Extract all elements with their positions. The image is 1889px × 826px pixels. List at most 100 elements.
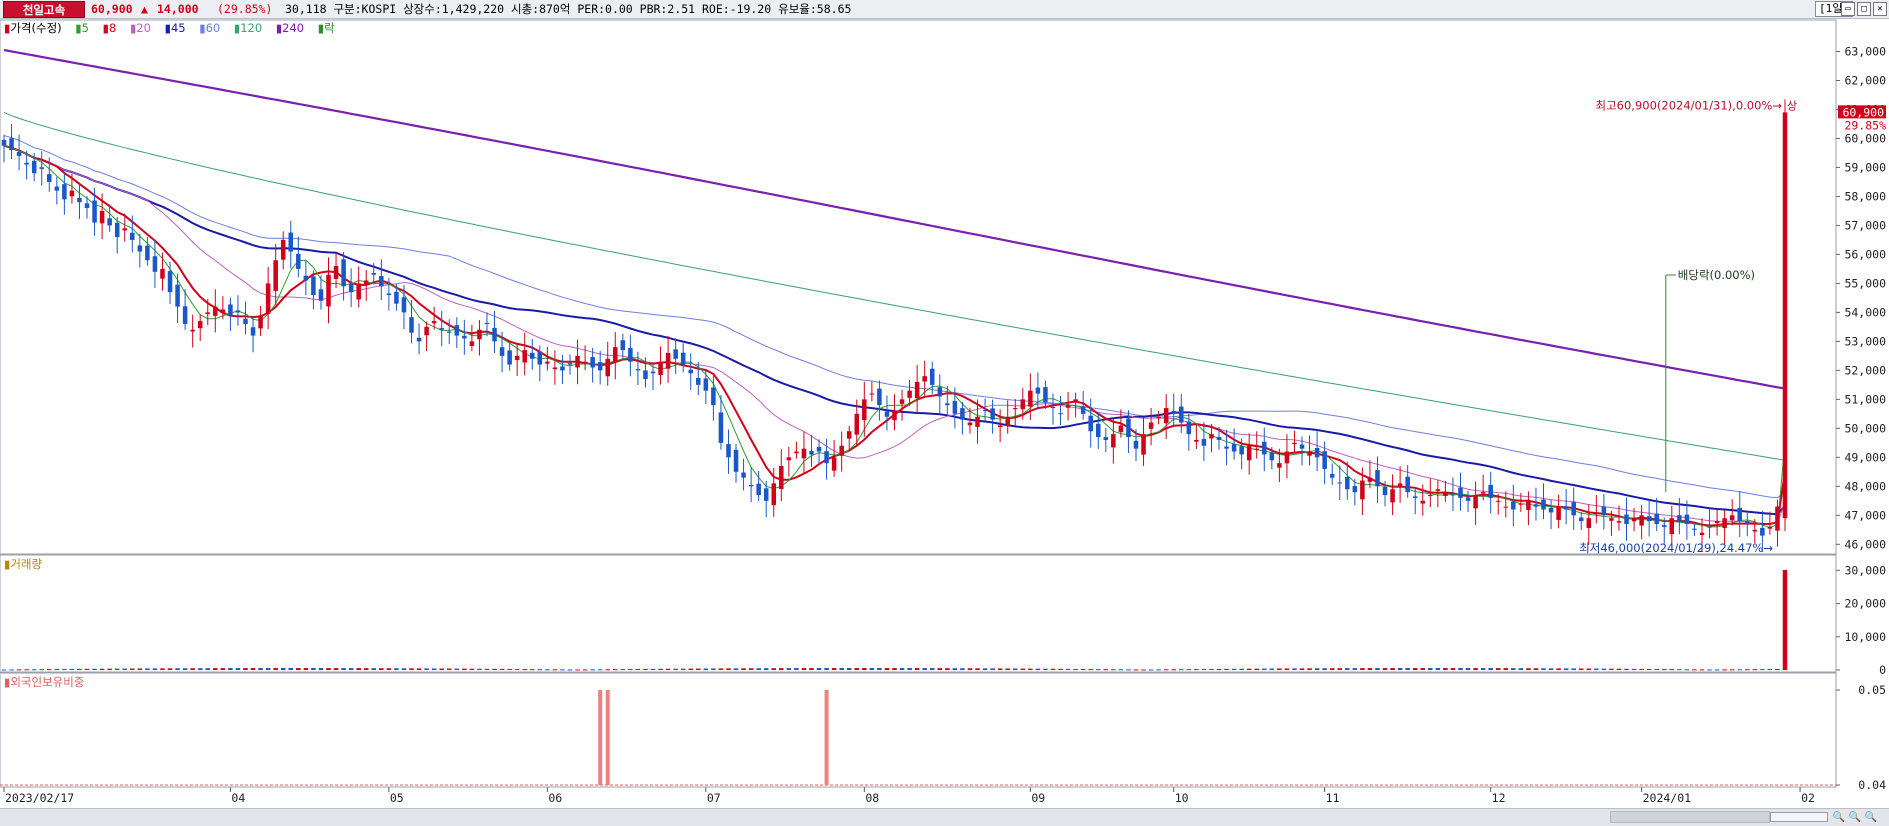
volume-bar — [107, 668, 112, 670]
volume-bar — [145, 668, 150, 670]
candle-body — [499, 347, 505, 356]
volume-bar — [1775, 668, 1780, 670]
candle-body — [952, 401, 958, 414]
legend-price[interactable]: ▮가격(수정) — [4, 21, 67, 35]
volume-bar — [446, 668, 452, 670]
maximize-icon[interactable]: □ — [1857, 2, 1871, 16]
zoom-out-icon[interactable]: 🔍 — [1832, 811, 1846, 824]
volume-bar — [560, 669, 565, 671]
zoom-reset-icon[interactable]: 🔍 — [1848, 811, 1862, 824]
volume-bar — [529, 669, 535, 671]
chart-canvas[interactable]: 63,00062,00061,00060,00059,00058,00057,0… — [0, 0, 1889, 826]
volume-bar — [1005, 668, 1010, 670]
price-axis-label: 53,000 — [1844, 334, 1886, 348]
volume-bar — [1148, 669, 1154, 671]
foreign-pane-title[interactable]: ▮외국인보유비중 — [4, 675, 84, 689]
volume-bar — [1435, 668, 1441, 670]
close-icon[interactable]: ✕ — [1873, 2, 1887, 16]
volume-bar — [1126, 669, 1131, 671]
volume-pane-title[interactable]: ▮거래량 — [4, 557, 42, 571]
candle-body — [348, 283, 354, 293]
candle-body — [1163, 408, 1169, 424]
legend-ma45[interactable]: ▮45 — [165, 21, 191, 35]
volume-bar — [1043, 668, 1048, 670]
volume-bar — [1586, 668, 1592, 670]
volume-bar — [1541, 668, 1546, 670]
date-axis-label: 2023/02/17 — [5, 791, 74, 805]
candle-body — [567, 363, 573, 365]
candle-body — [1111, 434, 1116, 448]
volume-bar — [1314, 668, 1320, 670]
current-rate-axis-label: 29.85% — [1844, 118, 1886, 132]
candle-body — [1058, 413, 1063, 415]
ma45-line — [3, 144, 1786, 516]
volume-bar — [922, 668, 927, 670]
volume-bar — [1254, 668, 1260, 670]
volume-bar — [1420, 668, 1426, 670]
candle-body — [439, 328, 444, 330]
volume-bar — [1156, 669, 1161, 671]
legend-ma240[interactable]: ▮240 — [276, 21, 309, 35]
candle-body — [1345, 477, 1350, 490]
candle-body — [31, 160, 37, 174]
current-price-axis-label: 60,900 — [1842, 105, 1884, 119]
candle-body — [258, 315, 263, 329]
volume-bar — [296, 668, 301, 670]
volume-bar — [431, 668, 437, 670]
legend-ma20[interactable]: ▮20 — [130, 21, 156, 35]
legend-ex-dividend[interactable]: ▮락 — [318, 21, 340, 35]
volume-bar — [1646, 668, 1652, 670]
volume-bar — [1443, 668, 1448, 670]
candle-body — [1737, 507, 1742, 522]
volume-bar — [1556, 668, 1561, 670]
volume-bar — [1179, 669, 1184, 671]
candle-body — [492, 327, 497, 342]
volume-bar — [499, 668, 505, 670]
volume-bar — [1360, 668, 1365, 670]
legend-ma5[interactable]: ▮5 — [75, 21, 94, 35]
volume-bar — [854, 668, 860, 670]
candle-body — [922, 376, 927, 382]
candle-body — [469, 341, 475, 346]
candle-body — [1360, 480, 1365, 500]
candle-body — [1186, 421, 1192, 435]
legend-ma60[interactable]: ▮60 — [199, 21, 225, 35]
candle-body — [47, 174, 52, 182]
volume-bar — [1201, 669, 1207, 671]
price-change: 14,000 — [157, 2, 199, 16]
volume-bar — [1103, 669, 1109, 671]
volume-bar — [454, 668, 460, 670]
candle-body — [688, 369, 694, 374]
minimize-icon[interactable]: ▭ — [1841, 2, 1855, 16]
legend-ma120[interactable]: ▮120 — [234, 21, 267, 35]
candle-body — [77, 197, 82, 203]
volume-bar — [1707, 669, 1712, 671]
date-axis-label: 02 — [1801, 791, 1815, 805]
volume-bar — [1729, 669, 1735, 671]
candle-body — [711, 387, 716, 406]
horizontal-scrollbar[interactable] — [1610, 811, 1770, 823]
candle-body — [839, 445, 844, 456]
candle-body — [1284, 451, 1290, 464]
volume-bar — [975, 668, 980, 670]
volume-bar — [1028, 668, 1033, 670]
volume-bar — [1654, 669, 1659, 671]
foreign-axis-label: 0.05 — [1858, 683, 1886, 697]
candle-body — [1503, 506, 1509, 508]
candle-body — [92, 200, 97, 223]
zoom-slider[interactable] — [1770, 812, 1828, 822]
price-axis-label: 62,000 — [1844, 73, 1886, 87]
candle-body — [1035, 387, 1041, 394]
volume-bar — [726, 668, 731, 670]
volume-axis-label: 30,000 — [1844, 563, 1886, 577]
candle-body — [1043, 387, 1048, 403]
legend-ma8[interactable]: ▮8 — [103, 21, 122, 35]
candle-body — [628, 348, 633, 362]
volume-bar — [613, 669, 618, 671]
candle-body — [960, 408, 965, 420]
volume-bar — [1277, 668, 1282, 670]
candle-body — [1624, 514, 1629, 525]
volume-bar — [1111, 669, 1116, 671]
zoom-in-icon[interactable]: 🔍 — [1864, 811, 1878, 824]
stock-name[interactable]: 천일고속 — [3, 1, 85, 18]
